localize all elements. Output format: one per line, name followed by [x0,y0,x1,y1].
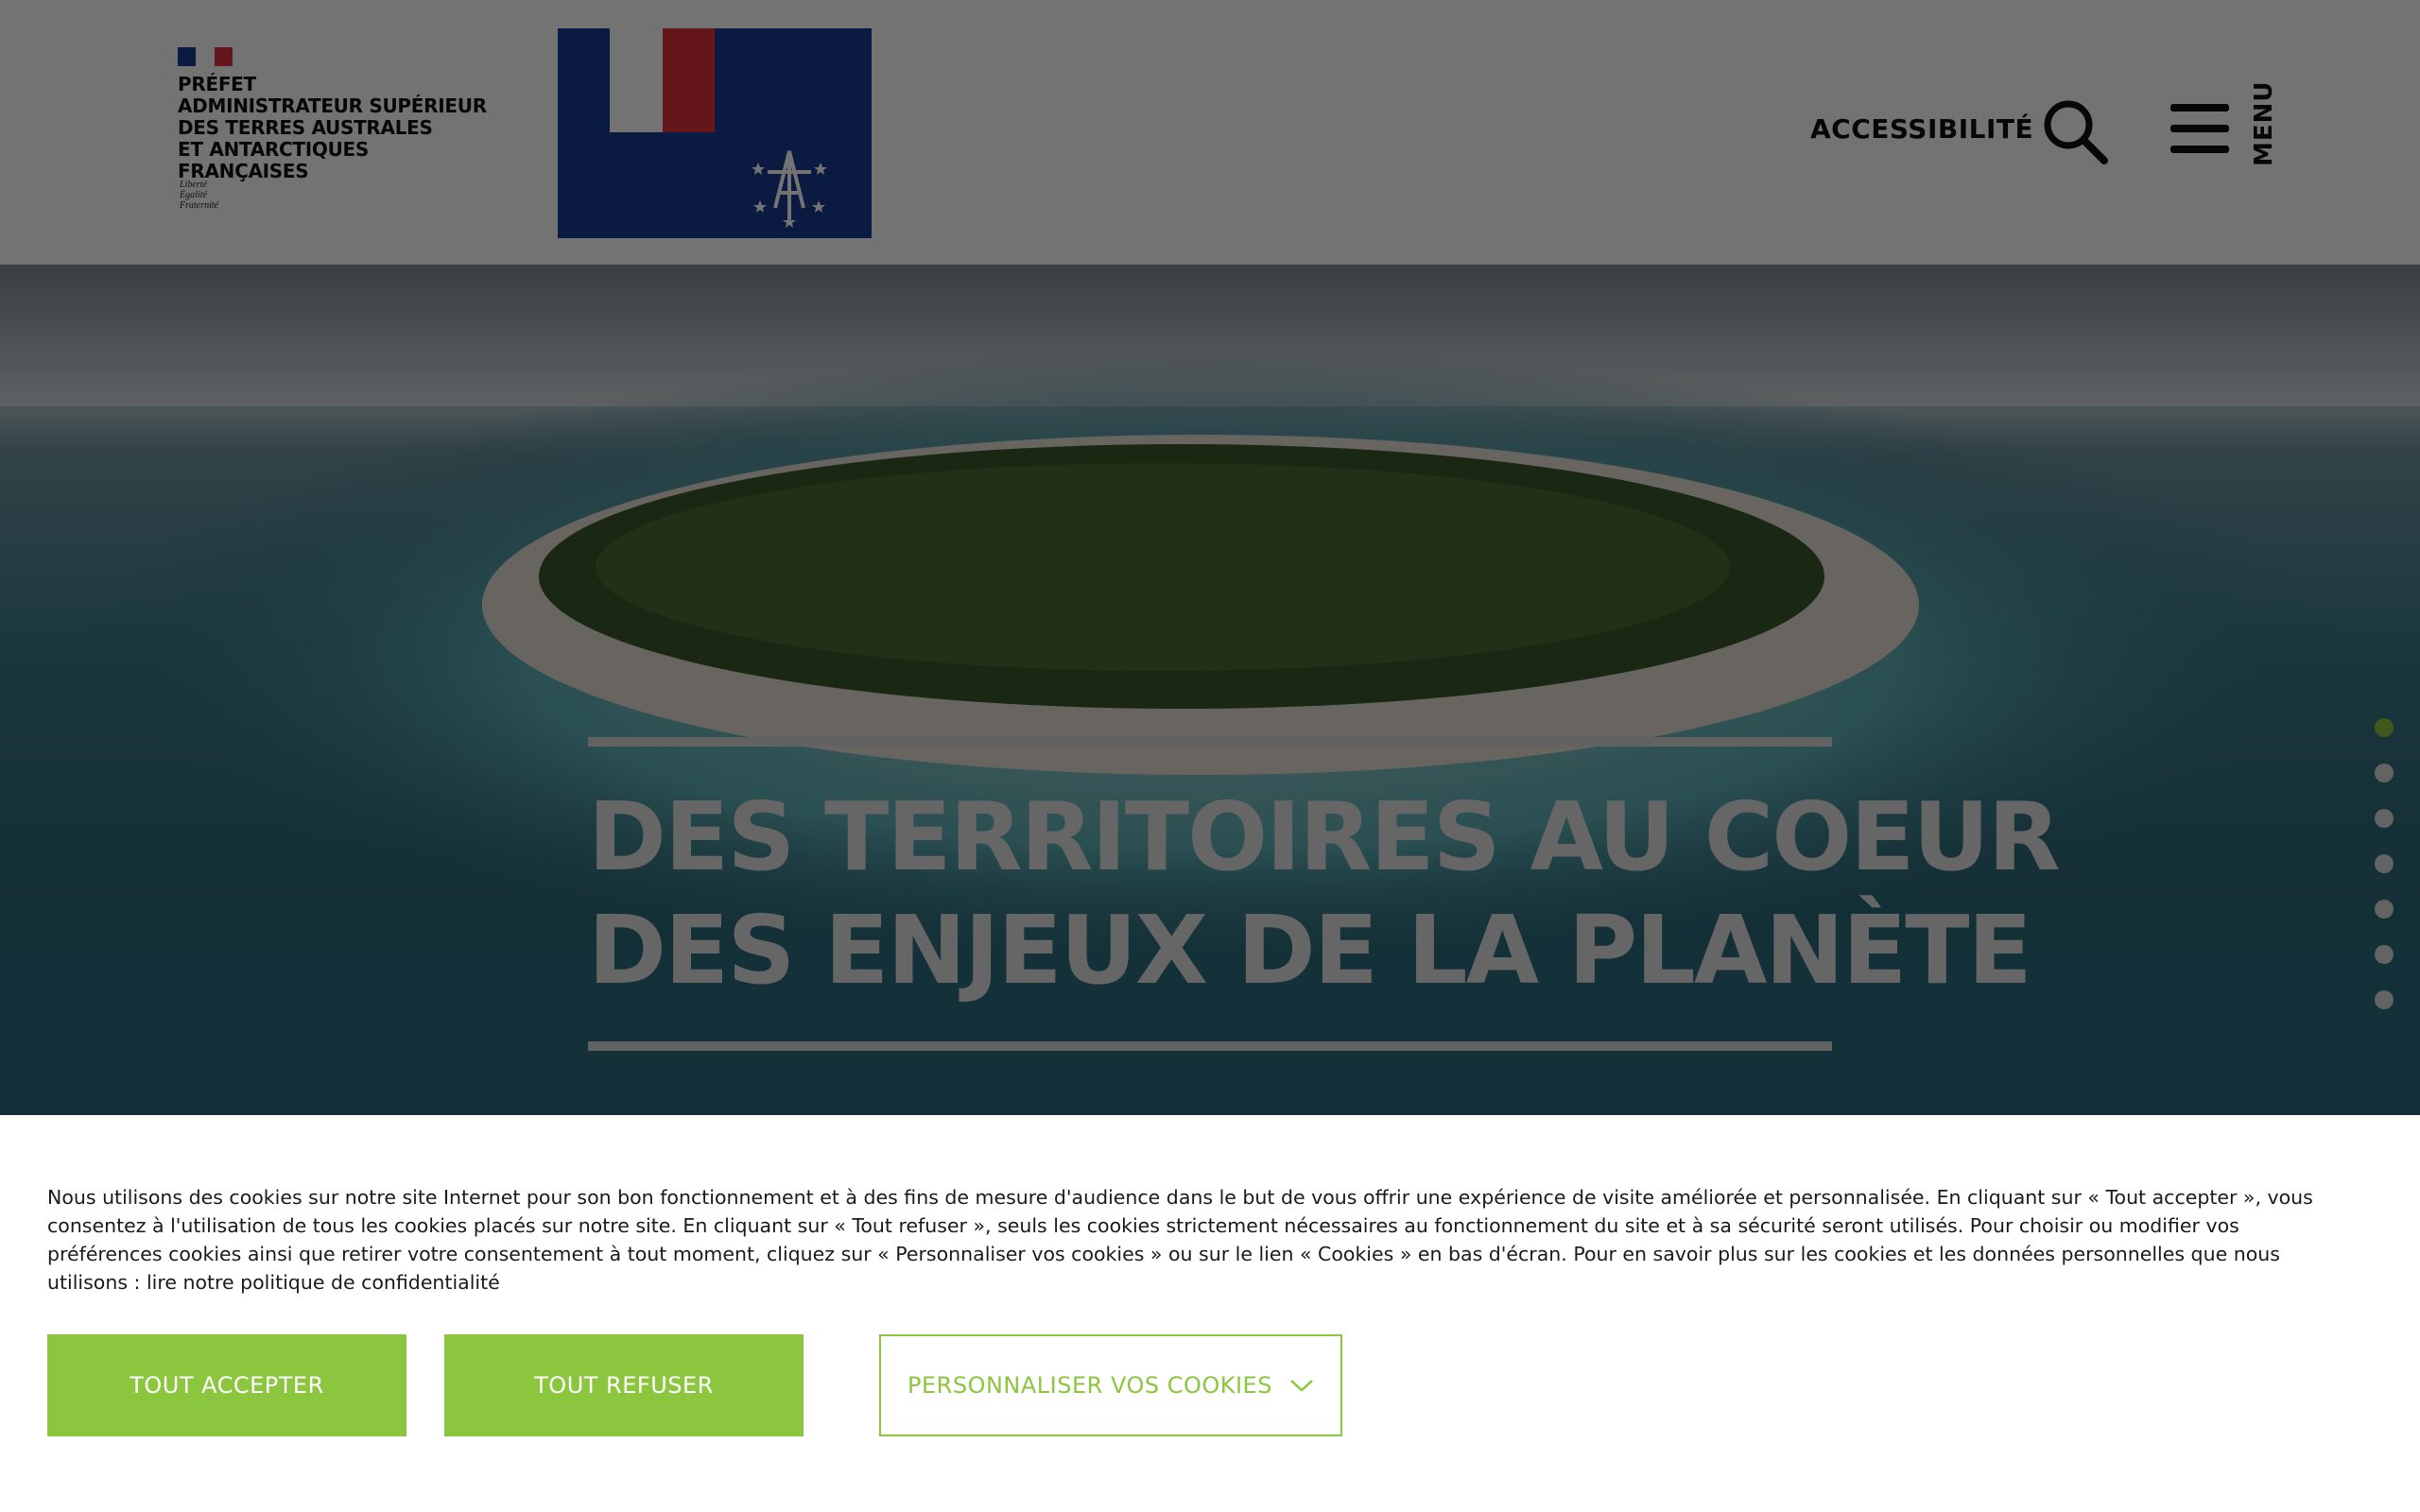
chevron-down-icon [1290,1380,1313,1392]
taaf-flag-logo[interactable] [558,28,872,238]
slide-dot-2[interactable] [2375,764,2394,782]
refuse-all-button[interactable]: TOUT REFUSER [444,1334,804,1436]
hero-bottom-rule [588,1041,1832,1051]
search-button[interactable] [2042,98,2110,166]
slide-dot-3[interactable] [2375,809,2394,828]
republic-motto: Liberté Égalité Fraternité [180,180,219,211]
prefet-logo[interactable]: PRÉFET ADMINISTRATEUR SUPÉRIEUR DES TERR… [178,47,499,227]
prefet-title: PRÉFET ADMINISTRATEUR SUPÉRIEUR DES TERR… [178,73,487,182]
customize-cookies-label: PERSONNALISER VOS COOKIES [908,1372,1272,1399]
slide-dot-4[interactable] [2375,854,2394,873]
slide-dot-5[interactable] [2375,900,2394,919]
slide-dot-6[interactable] [2375,945,2394,964]
slider-pagination [2375,718,2394,1036]
taaf-emblem-icon [752,150,827,228]
hamburger-icon [2170,104,2229,157]
slide-dot-1[interactable] [2375,718,2394,737]
cookie-description: Nous utilisons des cookies sur notre sit… [47,1186,2313,1294]
customize-cookies-button[interactable]: PERSONNALISER VOS COOKIES [879,1334,1342,1436]
slide-dot-7[interactable] [2375,990,2394,1009]
site-header: PRÉFET ADMINISTRATEUR SUPÉRIEUR DES TERR… [0,0,2420,265]
search-icon [2044,100,2108,164]
hero-slider: DES TERRITOIRES AU COEUR DES ENJEUX DE L… [0,265,2420,1115]
accept-all-button[interactable]: TOUT ACCEPTER [47,1334,406,1436]
hero-title: DES TERRITOIRES AU COEUR DES ENJEUX DE L… [588,782,2061,1005]
republic-flag-icon [178,47,233,66]
hero-top-rule [588,737,1832,747]
menu-label: MENU [2250,80,2278,166]
hero-title-block: DES TERRITOIRES AU COEUR DES ENJEUX DE L… [588,737,2061,1051]
french-flag-canton [558,28,715,132]
cookie-banner: Nous utilisons des cookies sur notre sit… [0,1115,2420,1512]
accessibility-link[interactable]: ACCESSIBILITÉ [1810,113,2033,145]
menu-button[interactable]: MENU [2170,80,2284,176]
